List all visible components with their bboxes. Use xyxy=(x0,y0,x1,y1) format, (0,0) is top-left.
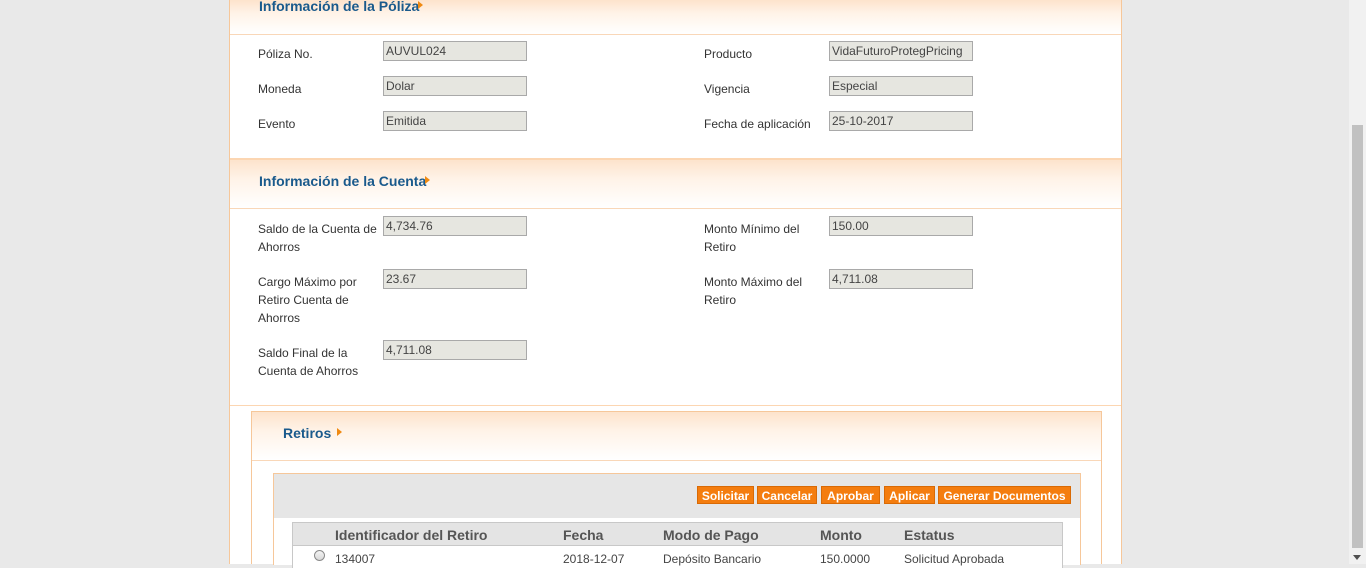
vigencia-label: Vigencia xyxy=(704,82,750,96)
cargo-maximo-label-line: Retiro Cuenta de xyxy=(258,293,349,307)
vertical-scrollbar[interactable] xyxy=(1349,0,1366,564)
aprobar-button[interactable]: Aprobar xyxy=(821,486,880,504)
monto-minimo-label-line: Monto Mínimo del xyxy=(704,222,800,236)
poliza-no-field[interactable]: AUVUL024 xyxy=(383,41,527,61)
poliza-no-label: Póliza No. xyxy=(258,47,313,61)
caret-right-icon xyxy=(418,1,423,9)
monto-minimo-field[interactable]: 150.00 xyxy=(829,216,973,236)
monto-maximo-field[interactable]: 4,711.08 xyxy=(829,269,973,289)
saldo-cuenta-field[interactable]: 4,734.76 xyxy=(383,216,527,236)
retiros-section-header: Retiros xyxy=(252,412,1101,461)
evento-field[interactable]: Emitida xyxy=(383,111,527,131)
evento-label: Evento xyxy=(258,117,296,131)
scroll-down-arrow-icon[interactable] xyxy=(1353,555,1361,560)
cuenta-section-title[interactable]: Información de la Cuenta xyxy=(259,173,426,189)
moneda-label: Moneda xyxy=(258,82,302,96)
caret-right-icon xyxy=(425,176,430,184)
saldo-final-label-line: Cuenta de Ahorros xyxy=(258,364,359,378)
monto-minimo-label-line: Retiro xyxy=(704,240,737,254)
retiros-section-title[interactable]: Retiros xyxy=(283,425,331,441)
saldo-final-label-line: Saldo Final de la xyxy=(258,346,348,360)
cuenta-section-header: Información de la Cuenta xyxy=(230,160,1121,209)
table-row[interactable]: 134007 2018-12-07 Depósito Bancario 150.… xyxy=(292,546,1063,568)
scrollbar-thumb[interactable] xyxy=(1352,125,1363,548)
moneda-field[interactable]: Dolar xyxy=(383,76,527,96)
saldo-final-field[interactable]: 4,711.08 xyxy=(383,340,527,360)
cargo-maximo-label-line: Ahorros xyxy=(258,311,301,325)
radio-icon[interactable] xyxy=(314,550,325,561)
cargo-maximo-label: Cargo Máximo por Retiro Cuenta de Ahorro… xyxy=(258,273,357,327)
column-header-estatus[interactable]: Estatus xyxy=(904,527,955,543)
fecha-aplicacion-field[interactable]: 25-10-2017 xyxy=(829,111,973,131)
saldo-cuenta-label-line: Saldo de la Cuenta de xyxy=(258,222,377,236)
saldo-cuenta-label-line: Ahorros xyxy=(258,240,301,254)
cancelar-button[interactable]: Cancelar xyxy=(757,486,817,504)
monto-maximo-label-line: Monto Máximo del xyxy=(704,275,803,289)
saldo-final-label: Saldo Final de la Cuenta de Ahorros xyxy=(258,344,358,380)
retiros-toolbar: Solicitar Cancelar Aprobar Aplicar Gener… xyxy=(274,474,1080,518)
cuenta-bottom-divider xyxy=(230,405,1121,406)
monto-minimo-label: Monto Mínimo del Retiro xyxy=(704,220,799,256)
column-header-fecha[interactable]: Fecha xyxy=(563,527,603,543)
retiros-grid: Solicitar Cancelar Aprobar Aplicar Gener… xyxy=(273,473,1081,568)
saldo-cuenta-label: Saldo de la Cuenta de Ahorros xyxy=(258,220,377,256)
retiros-panel: Retiros Solicitar Cancelar Aprobar Aplic… xyxy=(251,411,1102,568)
column-header-identificador[interactable]: Identificador del Retiro xyxy=(335,527,487,543)
column-header-modo-pago[interactable]: Modo de Pago xyxy=(663,527,759,543)
poliza-section-header: Información de la Póliza xyxy=(230,0,1121,35)
main-card: Información de la Póliza Póliza No. AUVU… xyxy=(229,0,1122,568)
monto-maximo-label: Monto Máximo del Retiro xyxy=(704,273,802,309)
cargo-maximo-label-line: Cargo Máximo por xyxy=(258,275,357,289)
producto-field[interactable]: VidaFuturoProtegPricing xyxy=(829,41,973,61)
column-header-monto[interactable]: Monto xyxy=(820,527,862,543)
caret-right-icon xyxy=(337,428,342,436)
generar-documentos-button[interactable]: Generar Documentos xyxy=(938,486,1071,504)
producto-label: Producto xyxy=(704,47,753,61)
monto-maximo-label-line: Retiro xyxy=(704,293,737,307)
cargo-maximo-field[interactable]: 23.67 xyxy=(383,269,527,289)
poliza-section-title[interactable]: Información de la Póliza xyxy=(259,0,419,14)
solicitar-button[interactable]: Solicitar xyxy=(697,486,754,504)
vigencia-field[interactable]: Especial xyxy=(829,76,973,96)
aplicar-button[interactable]: Aplicar xyxy=(884,486,935,504)
fecha-aplicacion-label: Fecha de aplicación xyxy=(704,117,811,131)
retiros-table-header: Identificador del Retiro Fecha Modo de P… xyxy=(292,522,1063,546)
